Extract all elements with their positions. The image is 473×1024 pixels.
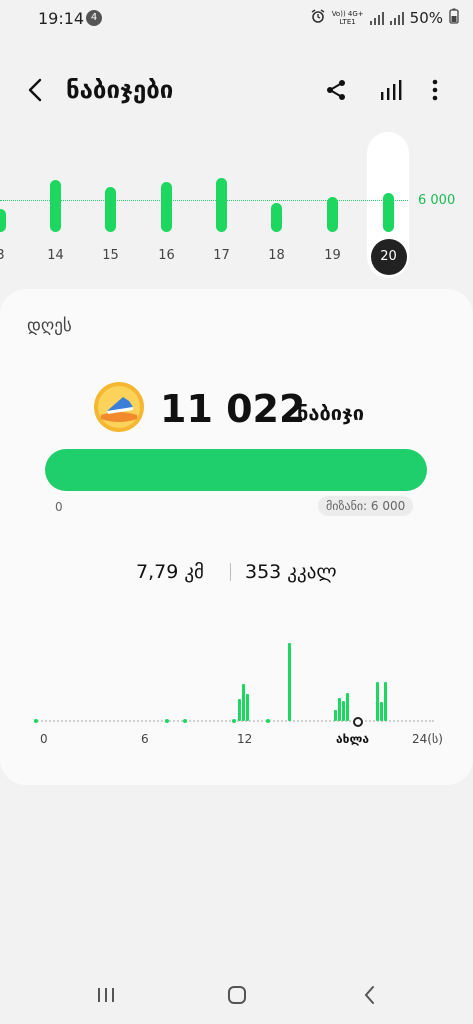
week-bar-18[interactable] [271,203,282,232]
hourly-steps-chart[interactable]: 0 6 12 ახლა 24(ს) [34,629,444,759]
hourly-activity-dot [232,719,236,723]
page-title: ნაბიჯები [66,76,174,104]
alarm-icon [310,8,326,28]
week-day-label-16[interactable]: 16 [152,248,182,263]
signal-icon [369,11,384,25]
hourly-activity-dot [165,719,169,723]
goal-line-label: 6 000 [418,193,456,208]
week-day-label-15[interactable]: 15 [96,248,126,263]
hourly-activity-dot [183,719,187,723]
share-icon[interactable] [322,76,350,104]
home-icon[interactable] [225,983,249,1007]
calories-value: 353 კკალ [245,561,337,583]
steps-count: 11 022 [160,387,306,431]
hourly-bar [375,682,379,721]
goal-badge: მიზანი: 6 000 [318,496,414,516]
week-bar-20[interactable] [383,193,394,232]
stat-divider [230,563,231,581]
week-day-label-19[interactable]: 19 [318,248,348,263]
steps-unit: ნაბიჯი [297,401,365,425]
hourly-axis-label: 6 [141,732,149,746]
hourly-bar [242,684,246,721]
hourly-axis-label: 12 [237,732,253,746]
status-time: 19:14 [38,9,85,28]
status-icons: Vo)) 4G+ LTE1 50% [310,8,459,28]
period-label: დღეს [27,316,72,336]
hourly-activity-dot [266,719,270,723]
week-day-label-20[interactable]: 20 [370,239,407,275]
hourly-bar [383,682,387,721]
hourly-bar [288,643,291,721]
week-bar-16[interactable] [161,182,172,232]
week-day-label-14[interactable]: 14 [41,248,71,263]
chart-icon[interactable] [377,76,405,104]
weekly-steps-chart[interactable]: 6 000 3 14 15 16 17 18 19 20 [0,128,473,278]
status-bar: 19:14 4 Vo)) 4G+ LTE1 50% [0,0,473,36]
today-card: დღეს 11 022 ნაბიჯი 0 მიზანი: 6 000 7,79 … [0,289,473,785]
battery-level: 50% [409,9,443,27]
nav-back-icon[interactable] [358,983,382,1007]
hourly-axis-label: ახლა [336,732,369,746]
app-header: ნაბიჯები [0,66,473,116]
hourly-bar [338,698,341,721]
week-bar-17[interactable] [216,178,227,232]
hourly-bar [346,693,350,721]
week-day-label-17[interactable]: 17 [207,248,237,263]
signal-icon-2 [389,11,404,25]
week-day-label-3[interactable]: 3 [0,248,16,263]
hourly-bar [333,710,337,721]
distance-value: 7,79 კმ [136,561,204,583]
battery-icon [449,8,459,28]
week-bar-15[interactable] [105,187,116,232]
week-bar-14[interactable] [50,180,61,232]
more-icon[interactable] [421,76,449,104]
week-bar-3[interactable] [0,209,6,232]
notification-count-badge: 4 [86,10,102,26]
recents-icon[interactable] [94,983,118,1007]
sneaker-badge-icon [93,381,145,433]
steps-progress-bar [45,449,427,491]
hourly-bar [238,699,241,721]
hourly-axis-label: 0 [40,732,48,746]
progress-min-label: 0 [55,500,63,514]
hourly-axis-label: 24(ს) [412,732,443,746]
hourly-bar [379,702,383,721]
hourly-bar [246,694,250,721]
goal-line [0,200,408,201]
now-marker [353,717,363,727]
network-type: Vo)) 4G+ LTE1 [331,10,364,26]
week-bar-19[interactable] [327,197,338,232]
hourly-activity-dot [34,719,38,723]
hourly-bar [342,701,346,721]
week-day-label-18[interactable]: 18 [262,248,292,263]
back-icon[interactable] [22,76,50,104]
system-nav-bar [0,975,473,1015]
